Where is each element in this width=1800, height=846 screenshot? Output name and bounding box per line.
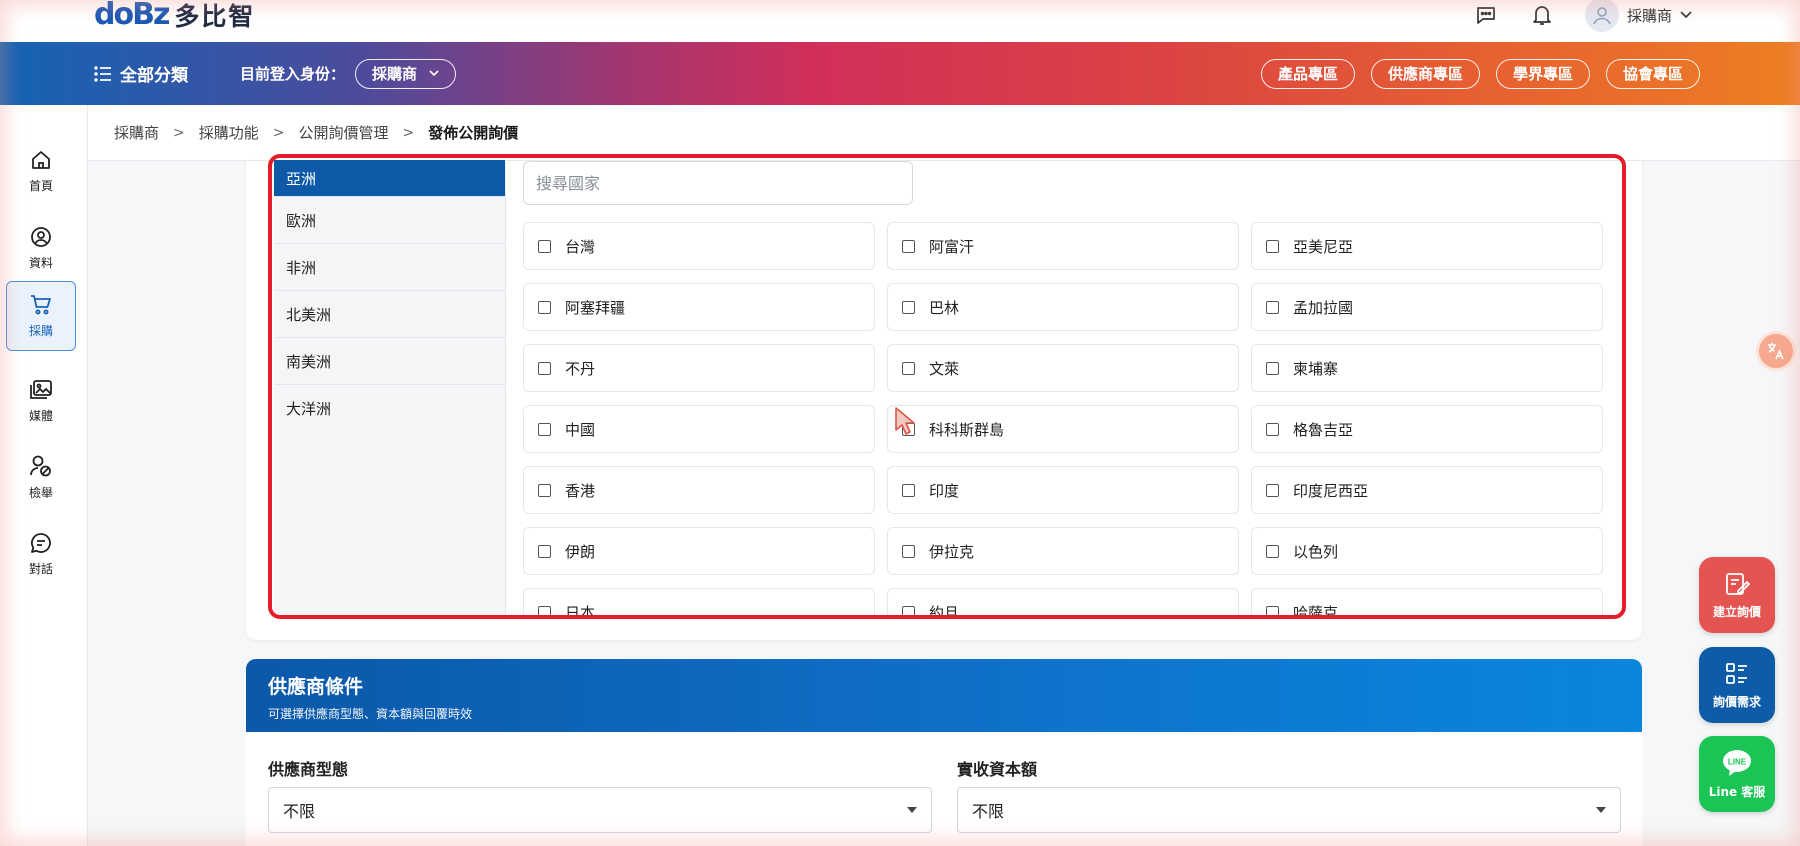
- caret-down-icon: [907, 807, 917, 813]
- sidebar: 首頁 資料 採購 媒體 檢舉 對話: [0, 105, 88, 846]
- user-name: 採購商: [1626, 6, 1672, 25]
- sidebar-item-label: 媒體: [28, 408, 53, 423]
- report-icon: [30, 455, 51, 476]
- supplier-type-select[interactable]: 不限: [268, 787, 932, 833]
- logo-mark: doBz: [94, 0, 170, 32]
- chevron-right-icon: >: [402, 124, 415, 141]
- user-circle-icon: [31, 226, 51, 247]
- list-icon: [94, 65, 111, 82]
- supplier-title: 供應商條件: [268, 676, 364, 698]
- breadcrumb: 採購商 > 採購功能 > 公開詢價管理 > 發佈公開詢價: [88, 105, 1800, 161]
- media-icon: [30, 379, 52, 399]
- nav-link-products[interactable]: 產品專區: [1260, 58, 1355, 89]
- sidebar-item-media[interactable]: 媒體: [6, 366, 76, 436]
- edit-note-icon: [1726, 572, 1750, 595]
- nav-link-academia[interactable]: 學界專區: [1495, 58, 1590, 89]
- chat-icon: [31, 532, 51, 553]
- line-logo-icon: LINE: [1723, 749, 1751, 776]
- top-bar: doBz 多比智 採購商: [0, 0, 1800, 42]
- line-logo-text: LINE: [1728, 757, 1747, 766]
- all-categories-button[interactable]: 全部分類: [94, 42, 188, 105]
- all-categories-label: 全部分類: [120, 66, 188, 86]
- list-grid-icon: [1726, 662, 1747, 684]
- breadcrumb-current: 發佈公開詢價: [428, 124, 519, 142]
- sidebar-item-profile[interactable]: 資料: [6, 213, 76, 283]
- sidebar-item-label: 採購: [28, 323, 53, 338]
- capital-value: 不限: [972, 802, 1005, 821]
- create-inquiry-label: 建立詢價: [1712, 604, 1761, 619]
- nav-links: 產品專區 供應商專區 學界專區 協會專區: [1260, 42, 1700, 105]
- sidebar-item-label: 對話: [28, 561, 53, 576]
- role-value: 採購商: [372, 65, 418, 83]
- top-right-actions: 採購商: [1473, 0, 1692, 32]
- sidebar-item-purchase[interactable]: 採購: [6, 281, 76, 351]
- supplier-type-value: 不限: [283, 802, 316, 821]
- sidebar-item-report[interactable]: 檢舉: [6, 442, 76, 512]
- supplier-card: 供應商條件 可選擇供應商型態、資本額與回覆時效 供應商型態 不限 實收資本額 不…: [246, 659, 1642, 846]
- translate-icon[interactable]: [1759, 334, 1793, 368]
- chevron-down-icon: [429, 70, 439, 77]
- role-select[interactable]: 採購商: [355, 58, 457, 89]
- supplier-subtitle: 可選擇供應商型態、資本額與回覆時效: [268, 707, 473, 721]
- breadcrumb-item[interactable]: 採購商: [114, 122, 159, 143]
- logo-text: 多比智: [174, 2, 256, 31]
- cart-icon: [31, 294, 51, 314]
- capital-label: 實收資本額: [957, 760, 1038, 779]
- nav-link-associations[interactable]: 協會專區: [1605, 58, 1700, 89]
- highlight-frame: [268, 154, 1626, 619]
- logo[interactable]: doBz 多比智: [94, 0, 256, 32]
- inquiry-needs-label: 詢價需求: [1712, 694, 1761, 709]
- sidebar-item-chat[interactable]: 對話: [6, 519, 76, 589]
- chevron-down-icon: [1680, 11, 1692, 19]
- role-switcher: 目前登入身份： 採購商: [240, 42, 457, 105]
- bell-icon[interactable]: [1529, 2, 1555, 28]
- chevron-right-icon: >: [272, 124, 285, 141]
- nav-bar: 全部分類 目前登入身份： 採購商 產品專區 供應商專區 學界專區 協會專區: [0, 42, 1800, 105]
- inquiry-needs-button[interactable]: 詢價需求: [1699, 647, 1775, 723]
- create-inquiry-button[interactable]: 建立詢價: [1699, 557, 1775, 633]
- user-menu[interactable]: 採購商: [1584, 0, 1692, 32]
- breadcrumb-item[interactable]: 公開詢價管理: [299, 122, 389, 143]
- sidebar-item-label: 首頁: [28, 178, 53, 193]
- line-support-button[interactable]: LINE Line 客服: [1699, 736, 1775, 812]
- mouse-cursor-icon: [895, 407, 915, 435]
- home-icon: [32, 150, 50, 169]
- nav-link-suppliers[interactable]: 供應商專區: [1370, 58, 1480, 89]
- avatar: [1584, 0, 1619, 32]
- message-icon[interactable]: [1473, 2, 1499, 28]
- supplier-header: 供應商條件 可選擇供應商型態、資本額與回覆時效: [246, 659, 1642, 732]
- sidebar-item-label: 檢舉: [28, 485, 53, 500]
- breadcrumb-item[interactable]: 採購功能: [199, 122, 259, 143]
- sidebar-item-home[interactable]: 首頁: [6, 136, 76, 206]
- line-support-label: Line 客服: [1708, 784, 1766, 799]
- capital-select[interactable]: 不限: [957, 787, 1621, 833]
- supplier-type-label: 供應商型態: [268, 760, 349, 779]
- sidebar-item-label: 資料: [28, 255, 53, 270]
- role-label: 目前登入身份：: [240, 65, 346, 83]
- caret-down-icon: [1596, 807, 1606, 813]
- chevron-right-icon: >: [173, 124, 185, 141]
